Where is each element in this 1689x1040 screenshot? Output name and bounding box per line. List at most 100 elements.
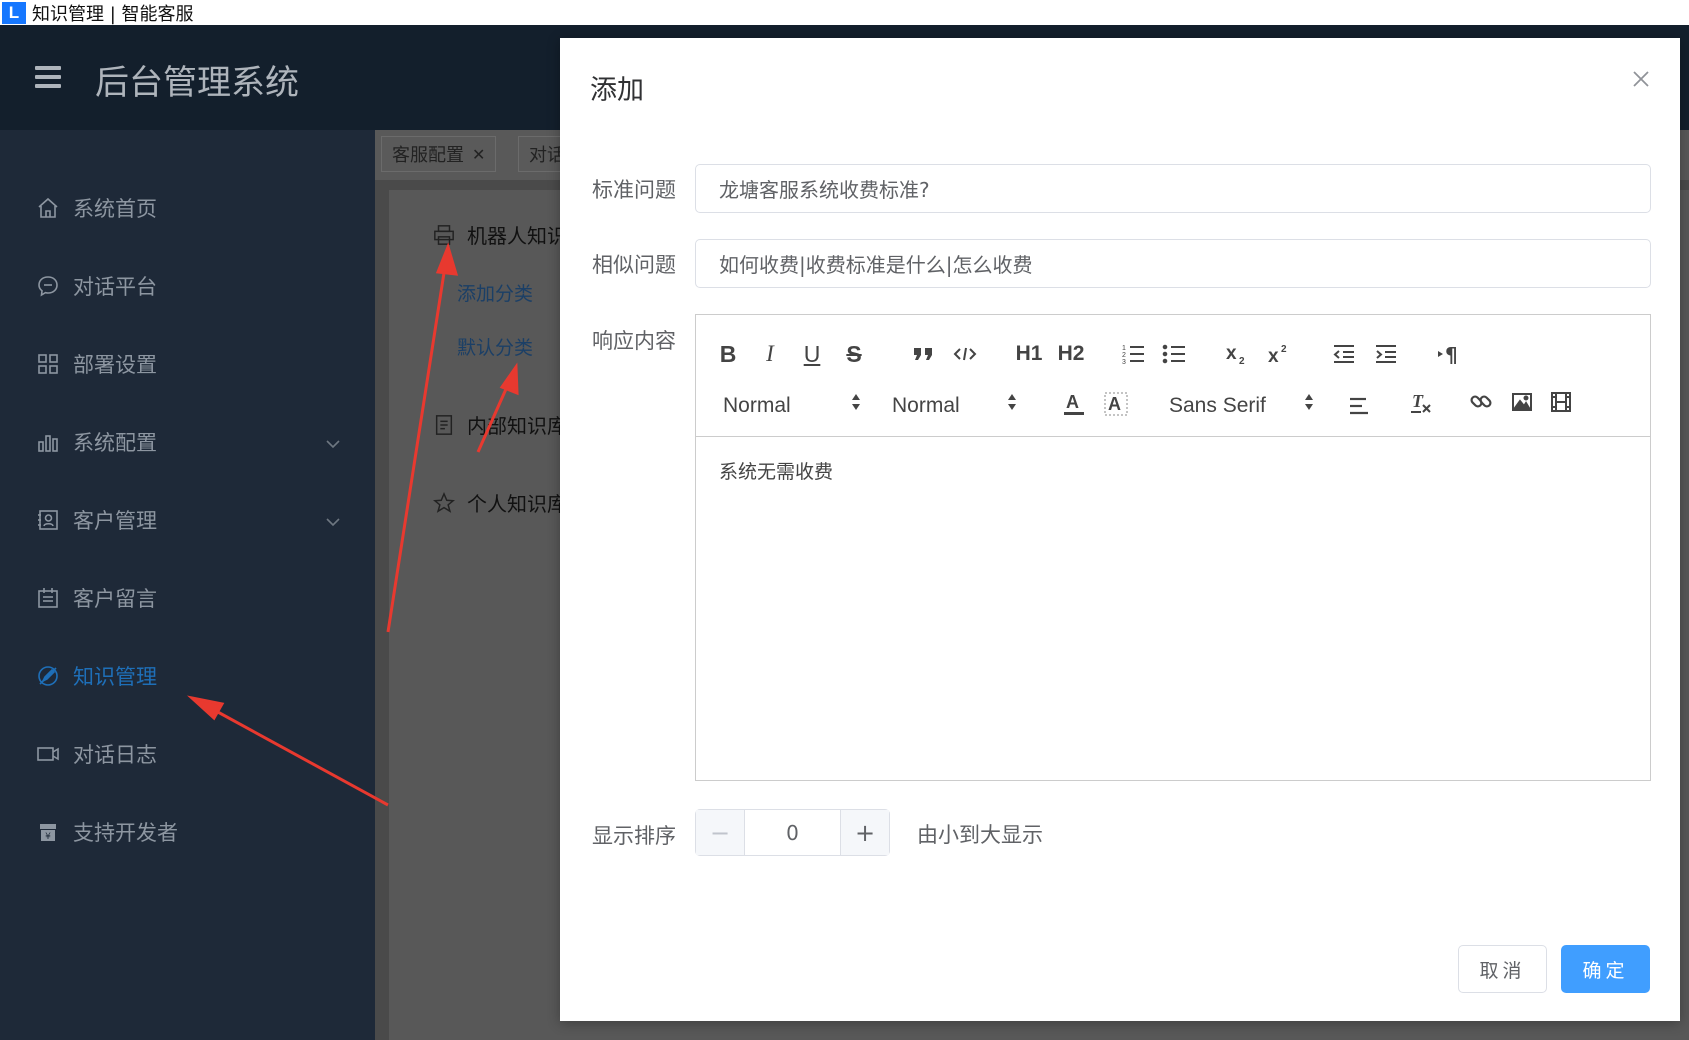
outdent-icon[interactable] (1329, 339, 1359, 369)
display-order-label: 显示排序 (592, 824, 676, 848)
header-select[interactable]: Normal (892, 391, 1022, 421)
font-color-icon[interactable]: A (1059, 389, 1089, 419)
blockquote-icon[interactable] (908, 339, 938, 369)
header-1-button[interactable]: H1 (1014, 339, 1044, 369)
clear-format-icon[interactable]: T (1407, 387, 1437, 417)
sidebar-item-logs[interactable]: 对话日志 (0, 712, 375, 796)
tree-personal-knowledge[interactable]: 个人知识库 (433, 488, 567, 517)
underline-button[interactable]: U (797, 339, 827, 369)
standard-question-input[interactable]: 龙塘客服系统收费标准? (695, 164, 1651, 213)
no-edit-icon (36, 664, 60, 688)
svg-text:2: 2 (1281, 344, 1287, 355)
similar-question-label: 相似问题 (592, 253, 676, 277)
home-icon (36, 196, 60, 220)
svg-text:3: 3 (1122, 359, 1126, 365)
size-select[interactable]: Normal (723, 391, 860, 421)
tree-internal-knowledge[interactable]: 内部知识库 (433, 410, 567, 439)
svg-text:T: T (1412, 391, 1424, 411)
chevron-down-icon (326, 430, 340, 454)
sidebar-item-label: 系统首页 (73, 197, 157, 221)
close-icon[interactable] (1632, 70, 1654, 92)
sidebar-item-label: 部署设置 (73, 353, 157, 377)
tag-label: 客服配置 (392, 145, 464, 166)
align-icon[interactable] (1344, 391, 1374, 421)
sidebar-item-knowledge[interactable]: 知识管理 (0, 634, 375, 718)
background-color-icon[interactable]: A (1101, 389, 1131, 419)
svg-text:A: A (1066, 392, 1079, 412)
tree-label: 机器人知识 (467, 224, 567, 248)
similar-question-input[interactable]: 如何收费|收费标准是什么|怎么收费 (695, 239, 1651, 288)
decrement-button[interactable]: − (696, 810, 745, 855)
sidebar-item-support[interactable]: ¥ 支持开发者 (0, 790, 375, 874)
indent-icon[interactable] (1371, 339, 1401, 369)
svg-text:x: x (1226, 343, 1237, 364)
tree-label: 个人知识库 (467, 492, 567, 516)
sidebar-item-label: 客户留言 (73, 587, 157, 611)
response-content-label: 响应内容 (592, 329, 676, 353)
sidebar-item-label: 知识管理 (73, 665, 157, 689)
tag-customer-service-config[interactable]: 客服配置 ✕ (381, 136, 497, 172)
chat-icon (36, 274, 60, 298)
system-title: 后台管理系统 (95, 63, 299, 103)
bold-button[interactable]: B (713, 339, 743, 369)
app-logo-icon: L (2, 1, 26, 24)
order-value[interactable]: 0 (745, 810, 840, 855)
font-select-value: Sans Serif (1169, 394, 1266, 417)
font-select[interactable]: Sans Serif (1169, 391, 1313, 421)
add-dialog: 添加 标准问题 龙塘客服系统收费标准? 相似问题 如何收费|收费标准是什么|怎么… (560, 38, 1680, 1021)
updown-arrow-icon (851, 393, 861, 417)
svg-text:2: 2 (1122, 352, 1126, 359)
svg-text:¥: ¥ (45, 832, 51, 842)
superscript-icon[interactable]: x2 (1265, 339, 1295, 369)
text-direction-icon[interactable]: ¶ (1434, 339, 1464, 369)
size-select-value: Normal (723, 394, 791, 417)
tree-label: 内部知识库 (467, 414, 567, 438)
tree-robot-knowledge[interactable]: 机器人知识 (433, 220, 567, 249)
italic-button[interactable]: I (755, 339, 785, 369)
bar-chart-icon (36, 430, 60, 454)
bullet-list-icon[interactable] (1159, 339, 1189, 369)
editor-content[interactable]: 系统无需收费 (719, 457, 833, 484)
default-category-link[interactable]: 默认分类 (457, 333, 533, 360)
cancel-button[interactable]: 取消 (1458, 945, 1547, 993)
header-select-value: Normal (892, 394, 960, 417)
svg-text:1: 1 (1122, 345, 1126, 352)
sidebar-item-system-config[interactable]: 系统配置 (0, 400, 375, 484)
sidebar-item-customers[interactable]: 客户管理 (0, 478, 375, 562)
sidebar: 系统首页 对话平台 部署设置 系统配置 客户管理 客户留言 知识管理 对话日志 … (0, 130, 375, 1040)
document-icon (435, 414, 453, 435)
increment-button[interactable]: + (840, 810, 889, 855)
sidebar-item-messages[interactable]: 客户留言 (0, 556, 375, 640)
link-icon[interactable] (1466, 387, 1496, 417)
video-icon (36, 742, 60, 766)
image-icon[interactable] (1507, 387, 1537, 417)
grid-icon (36, 352, 60, 376)
browser-tab[interactable]: L 知识管理 | 智能客服 (0, 0, 1689, 25)
printer-icon (434, 224, 454, 245)
code-block-icon[interactable] (950, 339, 980, 369)
video-icon[interactable] (1546, 387, 1576, 417)
sidebar-item-home[interactable]: 系统首页 (0, 166, 375, 250)
collapse-menu-icon[interactable] (35, 66, 61, 88)
svg-text:¶: ¶ (1445, 343, 1458, 365)
gift-icon: ¥ (36, 820, 60, 844)
confirm-button[interactable]: 确定 (1561, 945, 1650, 993)
svg-text:x: x (1268, 346, 1279, 366)
svg-text:2: 2 (1239, 356, 1245, 366)
ordered-list-icon[interactable]: 123 (1118, 339, 1148, 369)
sidebar-item-chat[interactable]: 对话平台 (0, 244, 375, 328)
add-category-link[interactable]: 添加分类 (457, 279, 533, 306)
header-2-button[interactable]: H2 (1056, 339, 1086, 369)
sidebar-item-label: 对话日志 (73, 743, 157, 767)
standard-question-label: 标准问题 (592, 178, 676, 202)
close-icon[interactable]: ✕ (472, 145, 485, 164)
order-stepper: − 0 + (695, 809, 890, 856)
editor-toolbar: B I U S H1 H2 123 x2 x2 ¶ Normal Normal … (696, 315, 1650, 437)
sidebar-item-deploy[interactable]: 部署设置 (0, 322, 375, 406)
updown-arrow-icon (1304, 393, 1314, 417)
strike-button[interactable]: S (839, 339, 869, 369)
subscript-icon[interactable]: x2 (1223, 339, 1253, 369)
sidebar-item-label: 对话平台 (73, 275, 157, 299)
svg-text:A: A (1108, 394, 1121, 414)
browser-tab-title: 知识管理 | 智能客服 (32, 3, 194, 25)
